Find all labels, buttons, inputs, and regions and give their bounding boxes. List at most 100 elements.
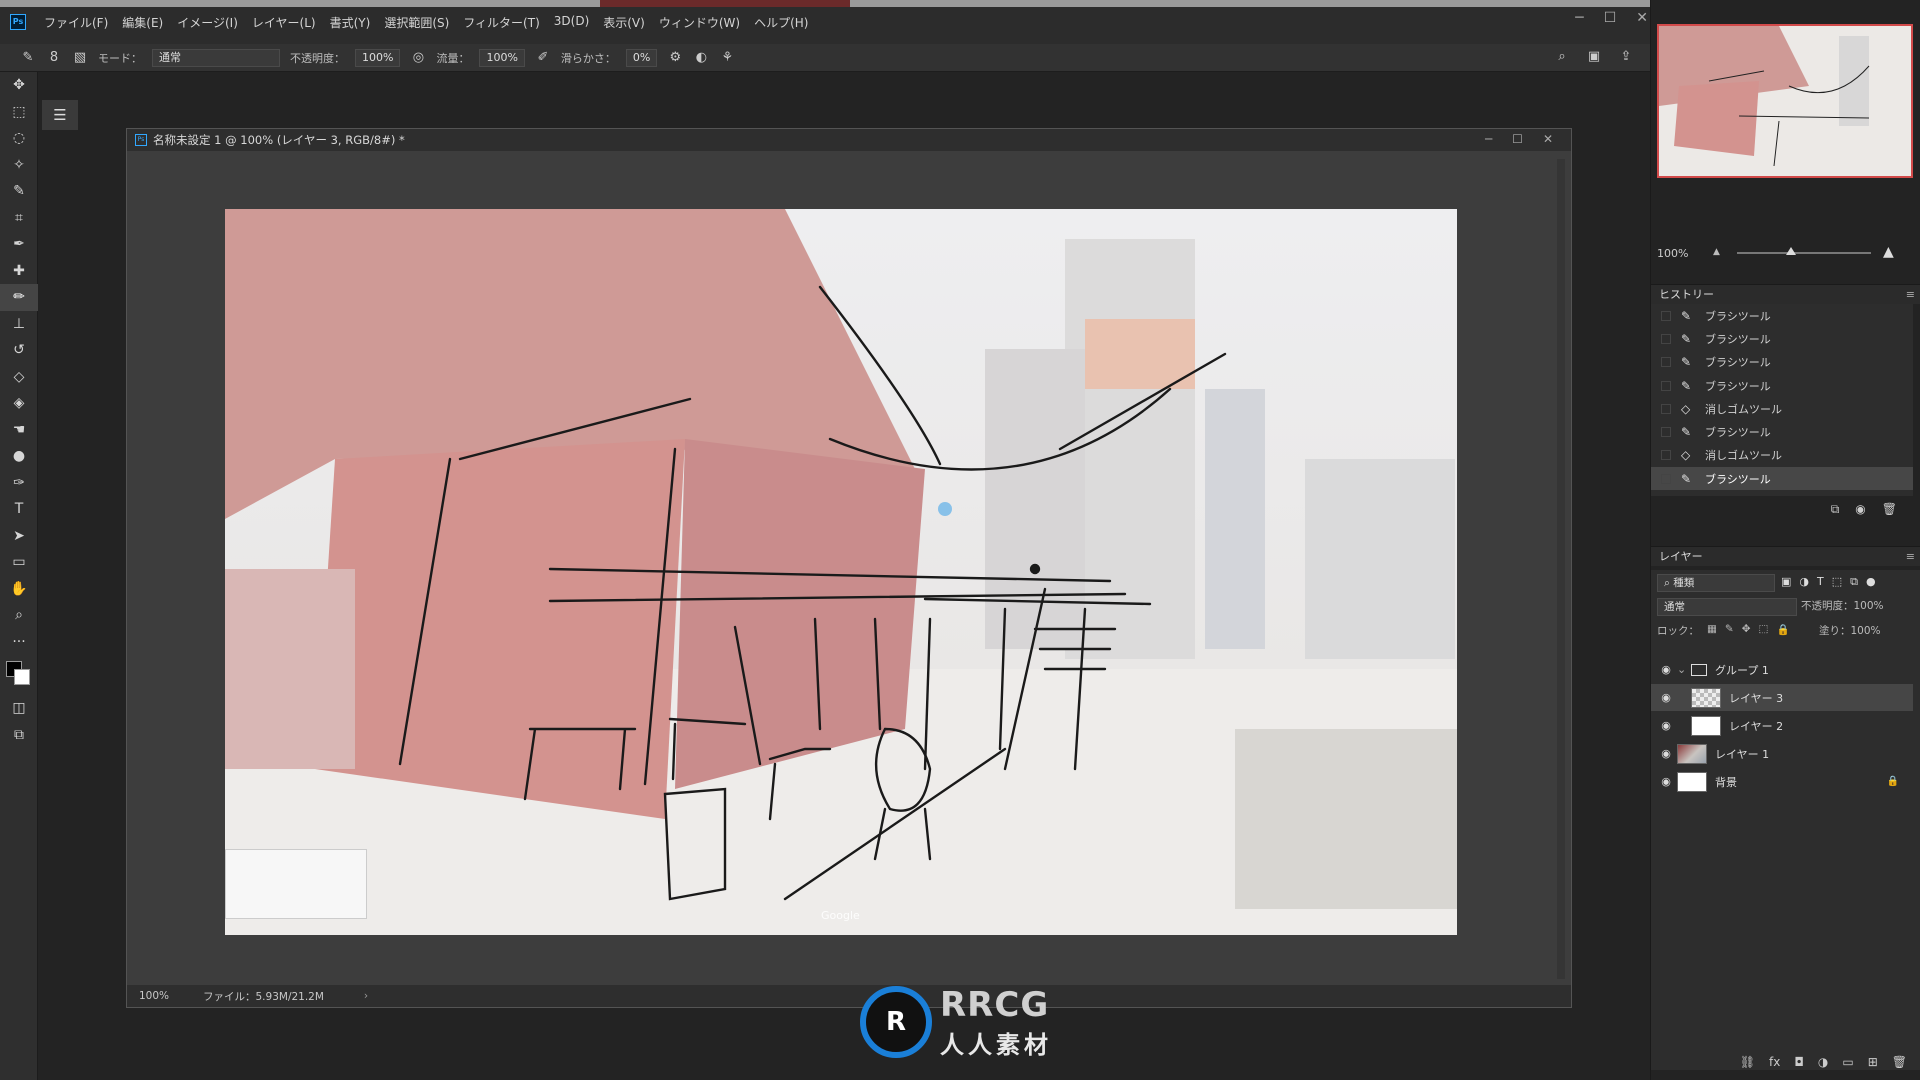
fill-value[interactable]: 100%	[1851, 625, 1881, 637]
history-brush-tool-icon[interactable]: ↺	[0, 337, 38, 364]
layer-opacity-value[interactable]: 100%	[1854, 600, 1884, 612]
type-filter-icon[interactable]: T	[1817, 575, 1824, 589]
history-snapshot-box[interactable]	[1661, 357, 1671, 368]
layers-panel-header[interactable]: レイヤー ≡	[1651, 546, 1920, 566]
history-snapshot-box[interactable]	[1661, 450, 1671, 461]
smudge-tool-icon[interactable]: ☚	[0, 417, 38, 444]
trash-icon[interactable]: 🗑	[1882, 502, 1897, 516]
history-item[interactable]: ◇ 消しゴムツール	[1651, 444, 1913, 467]
eyedropper-tool-icon[interactable]: ✒	[0, 231, 38, 258]
lock-all-icon[interactable]: 🔒	[1776, 623, 1789, 638]
close-icon[interactable]: ✕	[1636, 10, 1648, 26]
workspace-icon[interactable]: ▣	[1586, 49, 1602, 65]
brush-preset-picker[interactable]: 8	[46, 50, 62, 66]
path-select-tool-icon[interactable]: ➤	[0, 523, 38, 550]
quick-select-tool-icon[interactable]: ✎	[0, 178, 38, 205]
eye-icon[interactable]: ◉	[1655, 691, 1677, 704]
paint-bucket-tool-icon[interactable]: ◈	[0, 390, 38, 417]
lock-paint-icon[interactable]: ✎	[1725, 623, 1734, 638]
gear-icon[interactable]: ⚙	[667, 50, 683, 66]
menu-edit[interactable]: 編集(E)	[122, 14, 163, 31]
lasso-tool-icon[interactable]: ◌	[0, 125, 38, 152]
eye-icon[interactable]: ◉	[1655, 775, 1677, 788]
history-item-current[interactable]: ✎ ブラシツール	[1651, 467, 1913, 491]
filter-toggle-icon[interactable]: ●	[1866, 575, 1876, 589]
hand-tool-icon[interactable]: ✋	[0, 576, 38, 603]
menu-layer[interactable]: レイヤー(L)	[252, 14, 316, 31]
maximize-icon[interactable]: ☐	[1604, 10, 1617, 26]
quick-mask-icon[interactable]: ◫	[0, 695, 38, 722]
history-item[interactable]: ✎ ブラシツール	[1651, 351, 1913, 374]
document-canvas[interactable]: Google	[225, 209, 1457, 935]
eye-icon[interactable]: ◉	[1655, 747, 1677, 760]
link-layers-icon[interactable]: ⛓	[1740, 1055, 1755, 1069]
history-panel-header[interactable]: ヒストリー ≡	[1651, 284, 1920, 304]
document-minimize-icon[interactable]: ─	[1485, 132, 1492, 146]
history-item[interactable]: ◇ 消しゴムツール	[1651, 397, 1913, 420]
pen-tool-icon[interactable]: ✑	[0, 470, 38, 497]
symmetry-icon[interactable]: ⚘	[719, 50, 735, 66]
layer-style-icon[interactable]: fx	[1769, 1055, 1780, 1069]
layer-row-background[interactable]: ◉ 背景 🔒	[1651, 768, 1913, 795]
history-item[interactable]: ✎ ブラシツール	[1651, 327, 1913, 350]
screen-mode-icon[interactable]: ⧉	[0, 722, 38, 749]
menu-help[interactable]: ヘルプ(H)	[754, 14, 808, 31]
brush-tool-icon[interactable]: ✏	[0, 284, 38, 311]
layer-filter-select[interactable]: ⌕ 種類	[1657, 574, 1775, 592]
dodge-tool-icon[interactable]: ●	[0, 443, 38, 470]
opacity-field[interactable]: 100%	[355, 48, 401, 67]
pressure-opacity-icon[interactable]: ◎	[410, 50, 426, 66]
history-item[interactable]: ✎ ブラシツール	[1651, 420, 1913, 443]
flow-field[interactable]: 100%	[479, 48, 525, 67]
new-layer-icon[interactable]: ⊞	[1868, 1055, 1878, 1069]
lock-transparent-icon[interactable]: ▦	[1707, 623, 1717, 638]
navigator-zoom-slider[interactable]	[1737, 247, 1871, 255]
history-snapshot-box[interactable]	[1661, 380, 1671, 391]
background-color[interactable]	[14, 669, 30, 685]
zoom-out-icon[interactable]: ▲	[1713, 247, 1720, 257]
new-group-icon[interactable]: ▭	[1842, 1055, 1853, 1069]
history-snapshot-box[interactable]	[1661, 310, 1671, 321]
eye-icon[interactable]: ◉	[1655, 719, 1677, 732]
magic-wand-tool-icon[interactable]: ✧	[0, 152, 38, 179]
share-icon[interactable]: ⇪	[1618, 49, 1634, 65]
chevron-down-icon[interactable]: ⌄	[1677, 663, 1691, 676]
layer-row-group[interactable]: ◉ ⌄ グループ 1	[1651, 656, 1913, 683]
eraser-tool-icon[interactable]: ◇	[0, 364, 38, 391]
document-maximize-icon[interactable]: ☐	[1512, 132, 1523, 146]
color-swatches[interactable]	[0, 655, 38, 695]
status-arrow-icon[interactable]: ›	[324, 990, 368, 1002]
menu-type[interactable]: 書式(Y)	[330, 14, 371, 31]
layer-row[interactable]: ◉ レイヤー 1	[1651, 740, 1913, 767]
menu-3d[interactable]: 3D(D)	[554, 14, 589, 31]
menu-select[interactable]: 選択範囲(S)	[384, 14, 449, 31]
layer-row[interactable]: ◉ レイヤー 2	[1651, 712, 1913, 739]
history-snapshot-box[interactable]	[1661, 333, 1671, 344]
layer-row-active[interactable]: ◉ レイヤー 3	[1651, 684, 1913, 711]
history-snapshot-box[interactable]	[1661, 427, 1671, 438]
new-document-from-state-icon[interactable]: ⧉	[1831, 502, 1840, 517]
stamp-tool-icon[interactable]: ⊥	[0, 311, 38, 338]
menu-view[interactable]: 表示(V)	[603, 14, 645, 31]
pixel-filter-icon[interactable]: ▣	[1781, 575, 1791, 589]
smart-object-filter-icon[interactable]: ⧉	[1850, 575, 1858, 589]
more-tools-icon[interactable]: ···	[0, 629, 38, 656]
camera-snapshot-icon[interactable]: ◉	[1855, 502, 1865, 516]
minimize-icon[interactable]: ─	[1575, 10, 1583, 26]
eye-icon[interactable]: ◉	[1655, 663, 1677, 676]
type-tool-icon[interactable]: T	[0, 496, 38, 523]
zoom-tool-icon[interactable]: ⌕	[0, 602, 38, 629]
lock-artboard-icon[interactable]: ⬚	[1759, 623, 1769, 638]
document-close-icon[interactable]: ✕	[1543, 132, 1553, 146]
smoothing-field[interactable]: 0%	[625, 48, 658, 67]
history-snapshot-box[interactable]	[1661, 473, 1671, 484]
status-zoom[interactable]: 100%	[127, 990, 177, 1002]
pressure-size-icon[interactable]: ◐	[693, 50, 709, 66]
move-tool-icon[interactable]: ✥	[0, 72, 38, 99]
menu-file[interactable]: ファイル(F)	[44, 14, 108, 31]
zoom-in-icon[interactable]: ▲	[1883, 244, 1894, 260]
brush-tool-icon[interactable]: ✎	[20, 50, 36, 66]
navigator-zoom-value[interactable]: 100%	[1657, 247, 1688, 260]
history-item[interactable]: ✎ ブラシツール	[1651, 304, 1913, 327]
navigator-thumbnail[interactable]	[1657, 24, 1913, 178]
